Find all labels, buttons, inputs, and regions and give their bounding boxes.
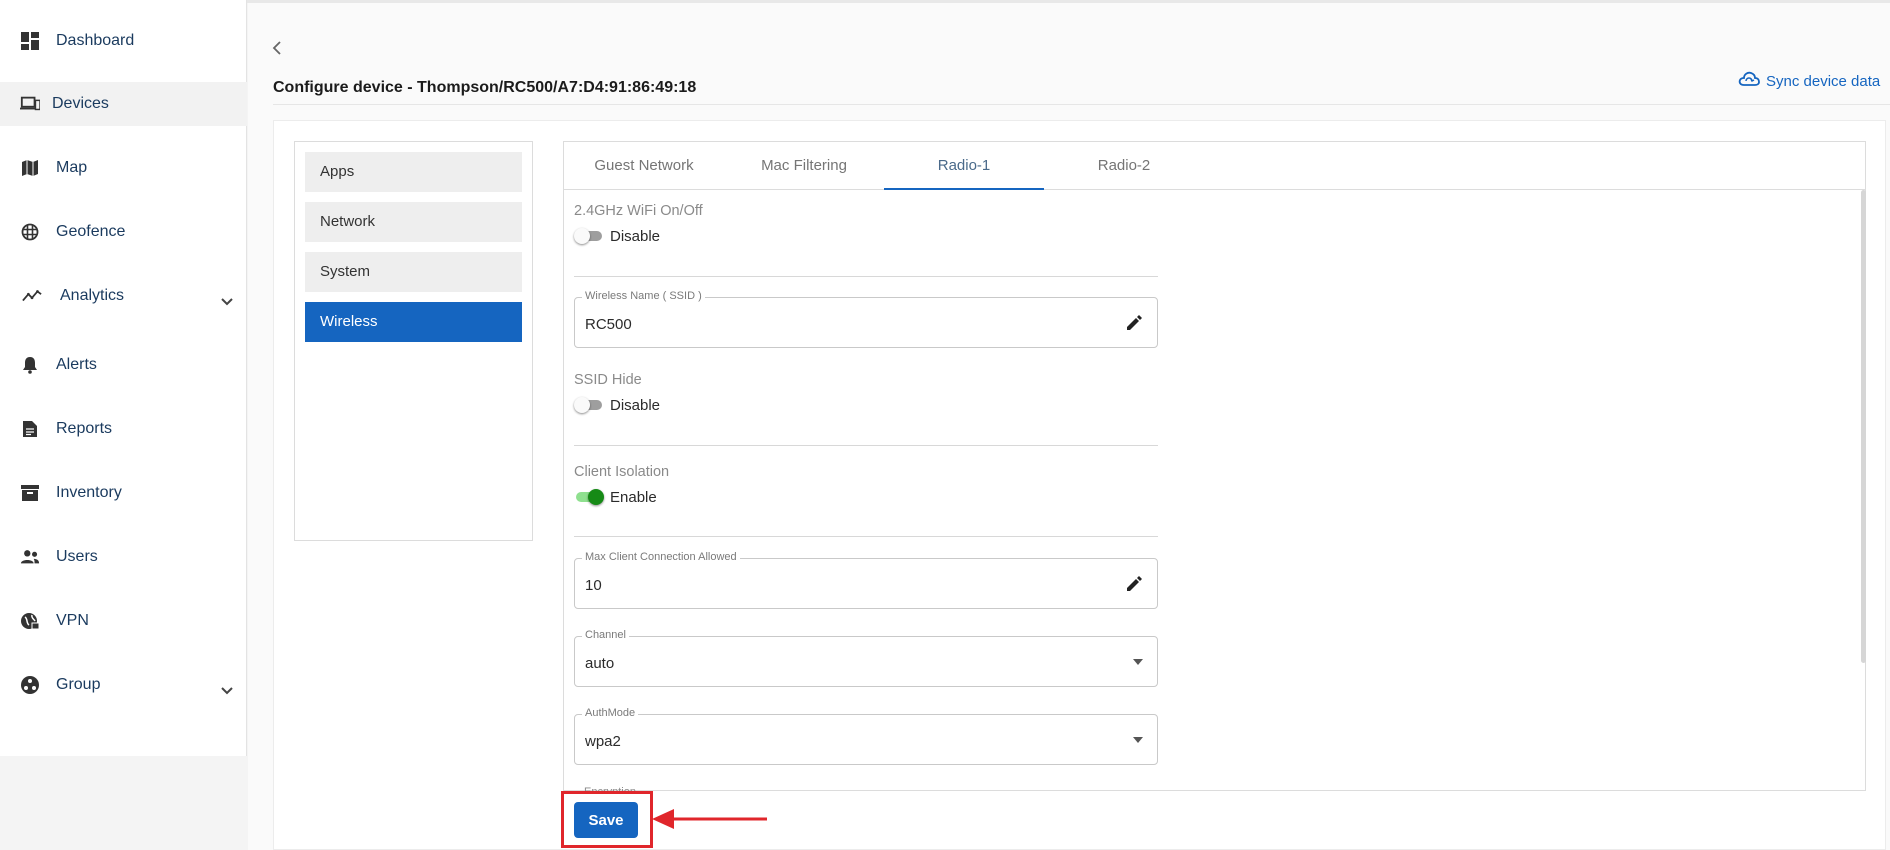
ssid-hide-toggle[interactable]: [574, 397, 604, 413]
sidebar-item-label: Group: [56, 676, 101, 693]
analytics-icon: [22, 286, 42, 306]
geofence-icon: [20, 222, 40, 242]
divider: [574, 536, 1158, 537]
wifi-toggle-label: 2.4GHz WiFi On/Off: [574, 203, 703, 219]
pencil-icon[interactable]: [1125, 314, 1143, 332]
chevron-down-icon[interactable]: [220, 294, 236, 310]
ssid-field[interactable]: Wireless Name ( SSID ) RC500: [574, 290, 1158, 348]
max-clients-value: 10: [585, 577, 602, 594]
sidebar-item-group[interactable]: Group: [0, 663, 247, 707]
ssid-hide-label: SSID Hide: [574, 372, 642, 388]
wifi-toggle[interactable]: [574, 228, 604, 244]
cloud-sync-icon: [1738, 70, 1760, 92]
tab-radio-2[interactable]: Radio-2: [1044, 141, 1204, 190]
channel-select[interactable]: Channel auto: [574, 629, 1158, 687]
sidebar-item-dashboard[interactable]: Dashboard: [0, 19, 247, 63]
sidebar-item-analytics[interactable]: Analytics: [0, 274, 247, 318]
users-icon: [20, 547, 40, 567]
sidebar-item-label: Alerts: [56, 356, 97, 373]
pencil-icon[interactable]: [1125, 575, 1143, 593]
sidebar-item-geofence[interactable]: Geofence: [0, 210, 247, 254]
wifi-toggle-state: Disable: [610, 228, 661, 245]
inventory-icon: [20, 483, 40, 503]
sidebar-item-inventory[interactable]: Inventory: [0, 471, 247, 515]
sidebar-item-label: Dashboard: [56, 32, 135, 49]
annotation-arrow-icon: [652, 809, 767, 829]
sidebar-item-label: Geofence: [56, 223, 126, 240]
sidebar-item-vpn[interactable]: VPN: [0, 599, 247, 643]
dashboard-icon: [20, 31, 40, 51]
sync-device-data-link[interactable]: Sync device data: [1738, 70, 1880, 92]
sync-label: Sync device data: [1766, 72, 1881, 90]
sidebar-item-label: Reports: [56, 420, 113, 437]
tab-radio-1[interactable]: Radio-1: [884, 141, 1044, 190]
page-title: Configure device - Thompson/RC500/A7:D4:…: [273, 79, 697, 96]
menu-item-network[interactable]: Network: [305, 202, 522, 242]
max-clients-field[interactable]: Max Client Connection Allowed 10: [574, 551, 1158, 609]
authmode-select[interactable]: AuthMode wpa2: [574, 707, 1158, 765]
sidebar-item-label: Devices: [52, 95, 109, 112]
sidebar-item-users[interactable]: Users: [0, 535, 247, 579]
sidebar-item-map[interactable]: Map: [0, 146, 247, 190]
panel-scrollbar[interactable]: [1861, 190, 1866, 663]
client-isolation-toggle[interactable]: [574, 489, 604, 505]
menu-item-wireless[interactable]: Wireless: [305, 302, 522, 342]
client-isolation-label: Client Isolation: [574, 464, 670, 480]
vpn-icon: [20, 611, 40, 631]
menu-item-system[interactable]: System: [305, 252, 522, 292]
tab-mac-filtering[interactable]: Mac Filtering: [724, 141, 884, 190]
divider: [574, 445, 1158, 446]
save-highlight-box: [561, 791, 653, 848]
divider: [574, 276, 1158, 277]
bell-icon: [20, 355, 40, 375]
sidebar-item-devices[interactable]: Devices: [0, 82, 247, 126]
wireless-panel: [563, 141, 1866, 791]
dropdown-caret-icon[interactable]: [1133, 737, 1143, 743]
title-divider: [273, 104, 1890, 105]
ssid-hide-state: Disable: [610, 397, 661, 414]
reports-icon: [20, 419, 40, 439]
chevron-down-icon[interactable]: [220, 683, 236, 699]
sidebar-item-label: VPN: [56, 612, 89, 629]
back-arrow-icon[interactable]: [268, 38, 288, 58]
sidebar-item-label: Users: [56, 548, 98, 565]
map-icon: [20, 158, 40, 178]
sidebar-item-reports[interactable]: Reports: [0, 407, 247, 451]
channel-value: auto: [585, 655, 615, 672]
dropdown-caret-icon[interactable]: [1133, 659, 1143, 665]
sidebar-item-alerts[interactable]: Alerts: [0, 343, 247, 387]
active-tab-indicator: [884, 188, 1044, 190]
sidebar-item-label: Analytics: [60, 287, 125, 304]
authmode-value: wpa2: [585, 733, 621, 750]
group-icon: [20, 675, 40, 695]
menu-item-apps[interactable]: Apps: [305, 152, 522, 192]
tab-guest-network[interactable]: Guest Network: [564, 141, 724, 190]
sidebar: Dashboard Devices Map Geofence Analytics…: [0, 0, 247, 756]
sidebar-item-label: Inventory: [56, 484, 122, 501]
devices-icon: [20, 94, 40, 114]
max-clients-legend: Max Client Connection Allowed: [582, 551, 740, 563]
ssid-value: RC500: [585, 316, 632, 333]
client-isolation-state: Enable: [610, 489, 657, 506]
sidebar-item-label: Map: [56, 159, 88, 176]
